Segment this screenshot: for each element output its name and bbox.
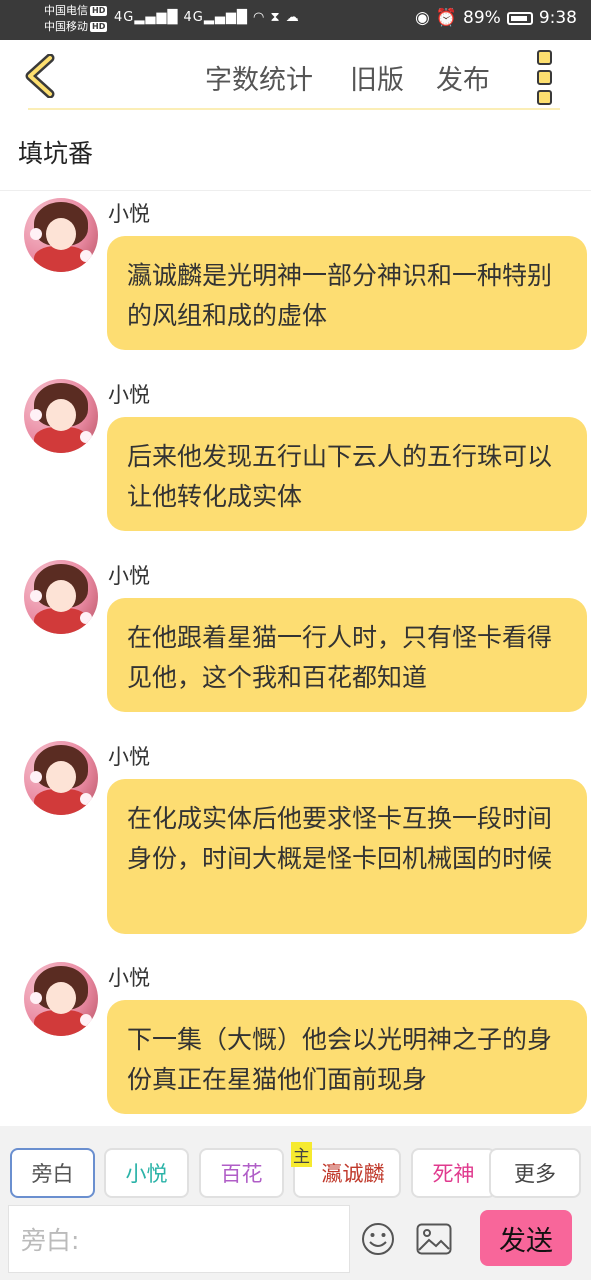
signal-bars-icon-2: ▂▄▆█ — [203, 10, 248, 25]
message-bubble[interactable]: 在他跟着星猫一行人时，只有怪卡看得见他，这个我和百花都知道 — [107, 598, 587, 712]
signal-label-2: 4G — [183, 10, 204, 25]
top-toolbar: 字数统计 旧版 发布 — [0, 40, 591, 110]
send-button[interactable]: 发送 — [480, 1210, 572, 1266]
main-character-tag: 主 — [291, 1142, 312, 1167]
signal-label-1: 4G — [114, 10, 135, 25]
title-row: 填坑番 — [0, 118, 591, 191]
sender-name: 小悦 — [108, 745, 150, 769]
character-chip-xiaoyue[interactable]: 小悦 — [104, 1148, 189, 1198]
character-chip-sishen[interactable]: 死神 — [411, 1148, 496, 1198]
image-icon[interactable] — [416, 1223, 452, 1255]
avatar[interactable] — [24, 379, 98, 453]
character-chip-narrator[interactable]: 旁白 — [10, 1148, 95, 1198]
hd-badge: HD — [90, 6, 108, 16]
hourglass-icon: ⧗ — [270, 10, 281, 25]
clock-time: 9:38 — [538, 8, 577, 28]
battery-percent: 89% — [463, 8, 501, 28]
character-chip-baihua[interactable]: 百花 — [199, 1148, 284, 1198]
page-title[interactable]: 填坑番 — [18, 134, 93, 170]
carrier-info: 中国电信 HD 中国移动 HD — [44, 3, 108, 35]
sender-name: 小悦 — [108, 564, 150, 588]
toolbar-divider — [28, 108, 560, 110]
sender-name: 小悦 — [108, 202, 150, 226]
publish-button[interactable]: 发布 — [436, 58, 490, 97]
character-chip-label: 瀛诚麟 — [321, 1162, 385, 1186]
more-characters-button[interactable]: 更多 — [489, 1148, 581, 1198]
sender-name: 小悦 — [108, 966, 150, 990]
wifi-icon: ◠ — [253, 10, 266, 25]
eye-icon: ◉ — [415, 8, 430, 28]
message-bubble[interactable]: 后来他发现五行山下云人的五行珠可以让他转化成实体 — [107, 417, 587, 531]
input-bar: 旁白: 发送 — [0, 1205, 591, 1280]
carrier-2: 中国移动 — [44, 20, 88, 33]
signal-bars-icon: ▂▄▆█ — [134, 10, 179, 25]
sender-name: 小悦 — [108, 383, 150, 407]
emoji-icon[interactable] — [361, 1222, 395, 1256]
status-right: ◉ ⏰ 89% 9:38 — [415, 8, 577, 28]
avatar[interactable] — [24, 962, 98, 1036]
battery-icon — [506, 11, 533, 25]
signal-icons: 4G▂▄▆█ 4G▂▄▆█ ◠ ⧗ ☁ — [114, 10, 300, 25]
avatar[interactable] — [24, 741, 98, 815]
carrier-1: 中国电信 — [44, 4, 88, 17]
cloud-icon: ☁ — [285, 10, 300, 25]
more-menu-icon[interactable] — [533, 50, 555, 105]
message-bubble[interactable]: 下一集（大慨）他会以光明神之子的身份真正在星猫他们面前现身 — [107, 1000, 587, 1114]
message-bubble[interactable]: 在化成实体后他要求怪卡互换一段时间身份，时间大概是怪卡回机械国的时候 — [107, 779, 587, 934]
character-chip-yingchenglin[interactable]: 主 瀛诚麟 — [291, 1142, 401, 1198]
back-arrow-icon[interactable] — [22, 54, 62, 98]
status-bar: 中国电信 HD 中国移动 HD 4G▂▄▆█ 4G▂▄▆█ ◠ ⧗ ☁ ◉ ⏰ 89… — [0, 0, 591, 40]
hd-badge-2: HD — [90, 22, 108, 32]
message-bubble[interactable]: 瀛诚麟是光明神一部分神识和一种特别的风组和成的虚体 — [107, 236, 587, 350]
alarm-icon: ⏰ — [435, 8, 458, 28]
word-count-button[interactable]: 字数统计 — [205, 58, 313, 97]
avatar[interactable] — [24, 560, 98, 634]
old-version-button[interactable]: 旧版 — [350, 58, 404, 97]
message-input[interactable]: 旁白: — [8, 1205, 350, 1273]
avatar[interactable] — [24, 198, 98, 272]
